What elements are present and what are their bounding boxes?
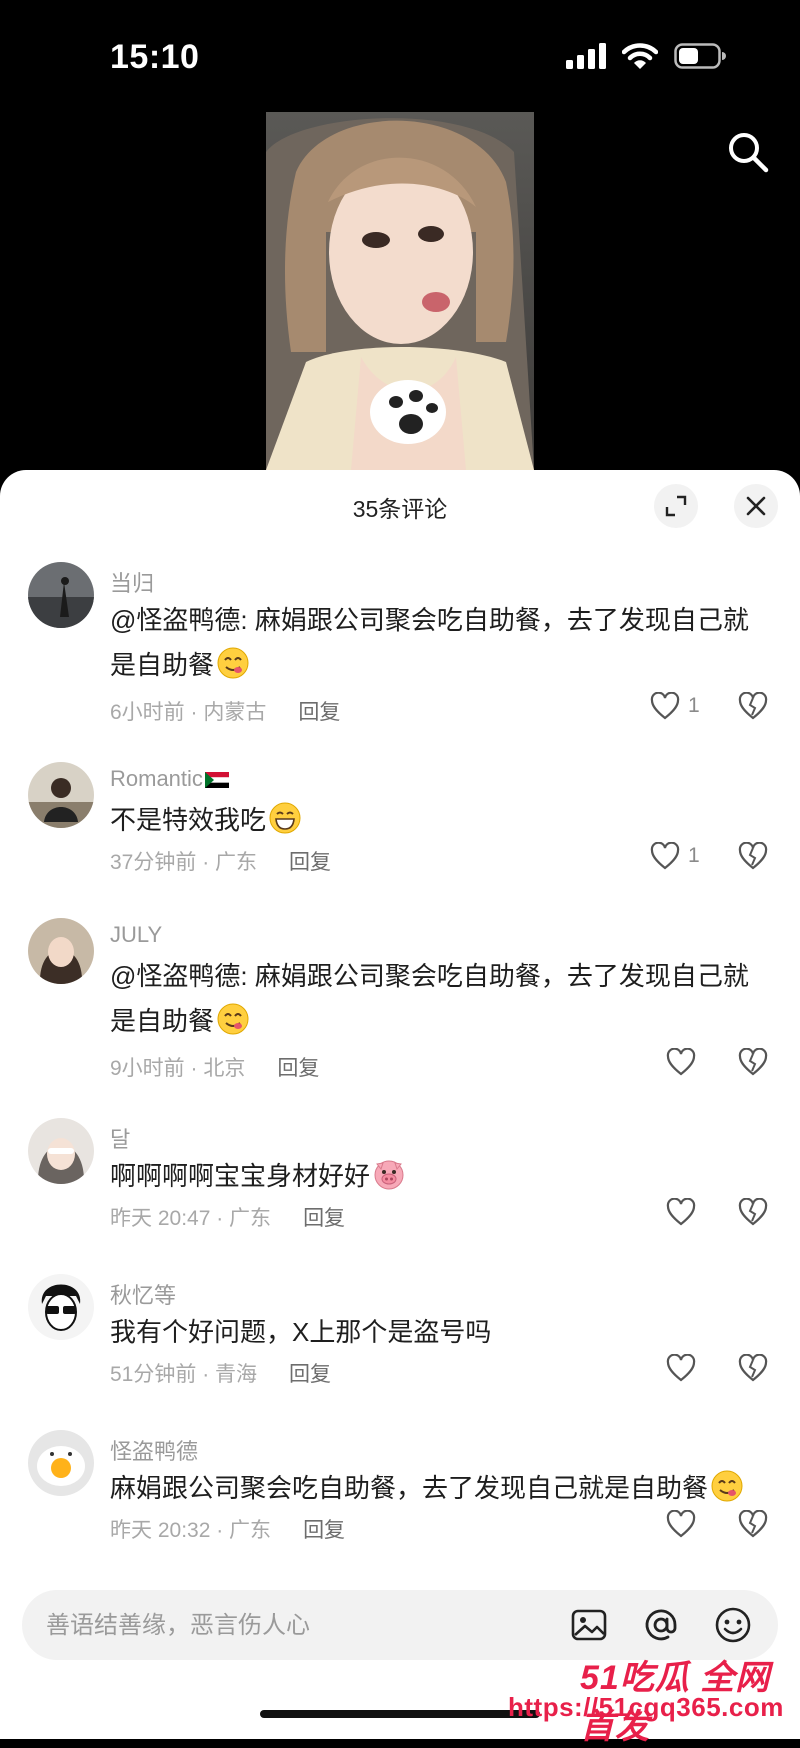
heart-icon <box>666 1048 696 1076</box>
reply-button[interactable]: 回复 <box>277 1052 319 1082</box>
username[interactable]: 달 <box>110 1122 130 1154</box>
broken-heart-icon[interactable] <box>738 1048 768 1076</box>
reply-button[interactable]: 回复 <box>303 1514 345 1544</box>
comment-item: 달 啊啊啊啊宝宝身材好好 昨天 20:47 · 广东 回复 <box>0 1118 800 1238</box>
status-icons <box>566 42 726 70</box>
comment-meta: 6小时前 · 内蒙古 回复 <box>110 696 340 726</box>
heart-icon <box>650 842 680 870</box>
like-button[interactable] <box>666 1048 696 1076</box>
status-bar: 15:10 <box>0 0 800 100</box>
comment-item: 怪盗鸭德 麻娟跟公司聚会吃自助餐，去了发现自己就是自助餐 昨天 20:32 · … <box>0 1430 800 1550</box>
avatar[interactable] <box>28 1430 94 1496</box>
reply-button[interactable]: 回复 <box>289 1358 331 1388</box>
like-button[interactable]: 1 <box>650 692 700 720</box>
broken-heart-icon[interactable] <box>738 1510 768 1538</box>
like-count: 1 <box>688 694 700 717</box>
close-button[interactable] <box>734 484 778 528</box>
reply-button[interactable]: 回复 <box>289 846 331 876</box>
heart-icon <box>650 692 680 720</box>
sudan-flag-icon <box>204 772 229 788</box>
comment-text: @怪盗鸭德: 麻娟跟公司聚会吃自助餐，去了发现自己就是自助餐 <box>110 961 749 1036</box>
comment-meta: 昨天 20:47 · 广东 回复 <box>110 1202 345 1232</box>
heart-icon <box>666 1510 696 1538</box>
username[interactable]: 当归 <box>110 566 154 598</box>
comment-text: 啊啊啊啊宝宝身材好好 <box>110 1154 770 1199</box>
reply-button[interactable]: 回复 <box>298 696 340 726</box>
yum-face-icon <box>217 647 249 679</box>
expand-icon <box>665 495 687 517</box>
video-image <box>266 112 534 470</box>
home-indicator[interactable] <box>260 1710 540 1718</box>
avatar[interactable] <box>28 918 94 984</box>
image-icon[interactable] <box>570 1606 608 1644</box>
heart-icon <box>666 1198 696 1226</box>
like-button[interactable] <box>666 1198 696 1226</box>
broken-heart-icon[interactable] <box>738 692 768 720</box>
comment-text: 麻娟跟公司聚会吃自助餐，去了发现自己就是自助餐 <box>110 1466 770 1511</box>
avatar[interactable] <box>28 762 94 828</box>
broken-heart-icon[interactable] <box>738 842 768 870</box>
mention-icon[interactable] <box>642 1606 680 1644</box>
search-icon[interactable] <box>726 130 770 174</box>
like-button[interactable]: 1 <box>650 842 700 870</box>
avatar[interactable] <box>28 562 94 628</box>
username[interactable]: 秋忆等 <box>110 1278 176 1310</box>
battery-icon <box>674 43 726 69</box>
comment-item: Romantic 不是特效我吃 37分钟前 · 广东 回复 1 <box>0 762 800 882</box>
broken-heart-icon[interactable] <box>738 1354 768 1382</box>
time-location: 9小时前 · 北京 <box>110 1057 246 1080</box>
username[interactable]: 怪盗鸭德 <box>110 1434 198 1466</box>
time-location: 昨天 20:47 · 广东 <box>110 1207 272 1230</box>
comments-sheet: 35条评论 当归 @怪盗鸭德: 麻娟跟公司聚会吃自助餐，去了发现自己就是自助餐 … <box>0 470 800 1746</box>
signal-icon <box>566 43 606 69</box>
time-location: 51分钟前 · 青海 <box>110 1363 258 1386</box>
close-icon <box>746 496 766 516</box>
comment-text: 我有个好问题，X上那个是盗号吗 <box>110 1317 492 1347</box>
yum-face-icon <box>217 1003 249 1035</box>
broken-heart-icon[interactable] <box>738 1198 768 1226</box>
like-button[interactable] <box>666 1354 696 1382</box>
status-time: 15:10 <box>110 38 200 76</box>
pig-face-icon <box>374 1160 404 1190</box>
time-location: 昨天 20:32 · 广东 <box>110 1519 272 1542</box>
expand-button[interactable] <box>654 484 698 528</box>
avatar[interactable] <box>28 1274 94 1340</box>
comment-text: @怪盗鸭德: 麻娟跟公司聚会吃自助餐，去了发现自己就是自助餐 <box>110 605 749 680</box>
like-button[interactable] <box>666 1510 696 1538</box>
heart-icon <box>666 1354 696 1382</box>
comment-meta: 37分钟前 · 广东 回复 <box>110 846 331 876</box>
watermark-url: https://51cgq365.com <box>508 1692 784 1722</box>
username[interactable]: Romantic <box>110 766 229 792</box>
comment-item: 当归 @怪盗鸭德: 麻娟跟公司聚会吃自助餐，去了发现自己就是自助餐 6小时前 ·… <box>0 562 800 732</box>
comment-item: JULY @怪盗鸭德: 麻娟跟公司聚会吃自助餐，去了发现自己就是自助餐 9小时前… <box>0 918 800 1088</box>
reply-button[interactable]: 回复 <box>303 1202 345 1232</box>
comment-input[interactable] <box>44 1590 528 1662</box>
grin-face-icon <box>269 802 301 834</box>
video-frame[interactable] <box>266 112 534 470</box>
comment-item: 秋忆等 我有个好问题，X上那个是盗号吗 51分钟前 · 青海 回复 <box>0 1274 800 1394</box>
username[interactable]: JULY <box>110 922 162 948</box>
time-location: 6小时前 · 内蒙古 <box>110 701 267 724</box>
like-count: 1 <box>688 844 700 867</box>
time-location: 37分钟前 · 广东 <box>110 851 258 874</box>
emoji-icon[interactable] <box>714 1606 752 1644</box>
wifi-icon <box>622 43 658 69</box>
comment-meta: 51分钟前 · 青海 回复 <box>110 1358 331 1388</box>
comment-meta: 9小时前 · 北京 回复 <box>110 1052 319 1082</box>
avatar[interactable] <box>28 1118 94 1184</box>
yum-face-icon <box>711 1470 743 1502</box>
comment-text: 不是特效我吃 <box>110 798 770 843</box>
comment-meta: 昨天 20:32 · 广东 回复 <box>110 1514 345 1544</box>
